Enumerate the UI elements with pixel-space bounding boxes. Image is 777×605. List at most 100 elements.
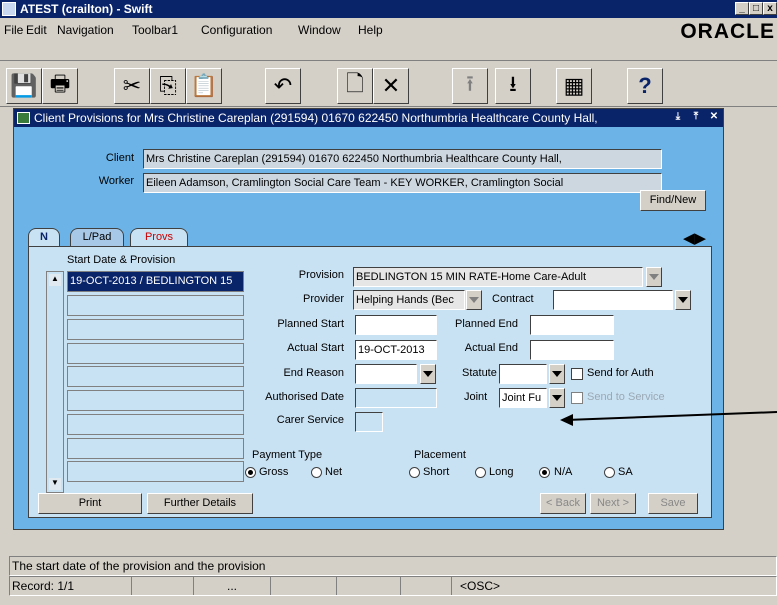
annotation-arrow-icon bbox=[560, 411, 777, 426]
save-button[interactable]: Save bbox=[648, 493, 698, 514]
planned-start-field[interactable] bbox=[355, 315, 437, 335]
print-icon[interactable]: 🖶 bbox=[42, 68, 78, 104]
scroll-down-icon[interactable]: ▼ bbox=[49, 478, 61, 490]
provision-field[interactable]: BEDLINGTON 15 MIN RATE-Home Care-Adult bbox=[353, 267, 643, 287]
send-to-service-checkbox[interactable] bbox=[571, 392, 583, 404]
paste-icon[interactable]: 📋 bbox=[186, 68, 222, 104]
joint-field[interactable]: Joint Fu bbox=[499, 388, 547, 408]
window-icon bbox=[17, 112, 30, 124]
menu-edit[interactable]: Edit bbox=[26, 23, 47, 37]
status-bar: The start date of the provision and the … bbox=[9, 556, 777, 576]
list-header: Start Date & Provision bbox=[67, 254, 176, 266]
provider-field[interactable]: Helping Hands (Bec bbox=[353, 290, 465, 310]
tab-provs[interactable]: Provs bbox=[130, 228, 188, 246]
list-item[interactable] bbox=[67, 438, 244, 459]
status-seg-3: ... bbox=[194, 577, 271, 595]
list-scrollbar[interactable]: ▲ ▼ bbox=[46, 271, 64, 493]
status-seg-6 bbox=[401, 577, 452, 595]
worker-field: Eileen Adamson, Cramlington Social Care … bbox=[143, 173, 662, 193]
send-for-auth-label: Send for Auth bbox=[587, 367, 654, 379]
actual-end-field[interactable] bbox=[530, 340, 614, 360]
statute-dropdown-icon[interactable] bbox=[549, 364, 565, 384]
minimize-button[interactable]: _ bbox=[735, 2, 749, 15]
short-radio[interactable] bbox=[409, 467, 420, 478]
authorised-date-field[interactable] bbox=[355, 388, 437, 408]
authorised-date-label: Authorised Date bbox=[265, 391, 344, 403]
list-item[interactable] bbox=[67, 343, 244, 364]
menu-window[interactable]: Window bbox=[298, 23, 341, 37]
help-icon[interactable]: ? bbox=[627, 68, 663, 104]
na-radio[interactable] bbox=[539, 467, 550, 478]
app-title-bar: ATEST (crailton) - Swift _ □ x bbox=[0, 0, 777, 18]
upload-icon[interactable]: ⭱ bbox=[452, 68, 488, 104]
menu-file[interactable]: File bbox=[4, 23, 23, 37]
back-button[interactable]: < Back bbox=[540, 493, 586, 514]
long-label: Long bbox=[489, 466, 514, 478]
list-item-selected[interactable]: 19-OCT-2013 / BEDLINGTON 15 bbox=[67, 271, 244, 292]
send-to-service-label: Send to Service bbox=[587, 391, 665, 403]
status-seg-2 bbox=[132, 577, 194, 595]
list-item[interactable] bbox=[67, 319, 244, 340]
carer-service-field[interactable] bbox=[355, 412, 383, 432]
cut-icon[interactable]: ✂ bbox=[114, 68, 150, 104]
calculator-icon[interactable]: ▦ bbox=[556, 68, 592, 104]
status-seg-4 bbox=[271, 577, 337, 595]
download-icon[interactable]: ⭳ bbox=[495, 68, 531, 104]
statute-label: Statute bbox=[462, 367, 497, 379]
next-button[interactable]: Next > bbox=[590, 493, 636, 514]
sa-radio[interactable] bbox=[604, 467, 615, 478]
new-record-icon[interactable]: 🗋 bbox=[337, 68, 373, 104]
payment-type-label: Payment Type bbox=[252, 449, 323, 461]
menu-help[interactable]: Help bbox=[358, 23, 383, 37]
contract-dropdown-icon[interactable] bbox=[675, 290, 691, 310]
tab-n[interactable]: N bbox=[28, 228, 60, 246]
tab-lpad[interactable]: L/Pad bbox=[70, 228, 124, 246]
list-item[interactable] bbox=[67, 366, 244, 387]
short-label: Short bbox=[423, 466, 450, 478]
gross-radio[interactable] bbox=[245, 467, 256, 478]
minimize-window-icon[interactable]: ⤓ bbox=[670, 111, 686, 124]
provision-label: Provision bbox=[298, 269, 344, 281]
long-radio[interactable] bbox=[475, 467, 486, 478]
menu-toolbar1[interactable]: Toolbar1 bbox=[132, 23, 178, 37]
statute-field[interactable] bbox=[499, 364, 547, 384]
copy-icon[interactable]: ⎘ bbox=[150, 68, 186, 104]
maximize-window-icon[interactable]: ⤒ bbox=[688, 111, 704, 124]
print-button[interactable]: Print bbox=[38, 493, 142, 514]
undo-icon[interactable]: ↶ bbox=[265, 68, 301, 104]
placement-label: Placement bbox=[414, 449, 466, 461]
contract-field[interactable] bbox=[553, 290, 673, 310]
list-item[interactable] bbox=[67, 390, 244, 411]
actual-start-field[interactable]: 19-OCT-2013 bbox=[355, 340, 437, 360]
maximize-button[interactable]: □ bbox=[749, 2, 763, 15]
further-details-button[interactable]: Further Details bbox=[147, 493, 253, 514]
joint-dropdown-icon[interactable] bbox=[549, 388, 565, 408]
status-message: The start date of the provision and the … bbox=[12, 559, 266, 573]
window-title-bar: Client Provisions for Mrs Christine Care… bbox=[14, 109, 723, 127]
joint-label: Joint bbox=[464, 391, 488, 403]
find-new-button[interactable]: Find/New bbox=[640, 190, 706, 211]
provider-dropdown-icon[interactable] bbox=[466, 290, 482, 310]
end-reason-label: End Reason bbox=[283, 367, 344, 379]
list-item[interactable] bbox=[67, 461, 244, 482]
menu-navigation[interactable]: Navigation bbox=[57, 23, 114, 37]
status-seg-5 bbox=[337, 577, 401, 595]
delete-record-icon[interactable]: ✕ bbox=[373, 68, 409, 104]
menu-configuration[interactable]: Configuration bbox=[201, 23, 272, 37]
actual-start-label: Actual Start bbox=[287, 342, 344, 354]
net-radio[interactable] bbox=[311, 467, 322, 478]
end-reason-dropdown-icon[interactable] bbox=[420, 364, 436, 384]
close-button[interactable]: x bbox=[763, 2, 777, 15]
client-label: Client bbox=[105, 152, 134, 164]
tab-scroll-icon[interactable]: ◀▶ bbox=[683, 229, 706, 247]
worker-label: Worker bbox=[98, 175, 134, 187]
provision-dropdown-icon[interactable] bbox=[646, 267, 662, 287]
send-for-auth-checkbox[interactable] bbox=[571, 368, 583, 380]
list-item[interactable] bbox=[67, 295, 244, 316]
list-item[interactable] bbox=[67, 414, 244, 435]
save-icon[interactable]: 💾 bbox=[6, 68, 42, 104]
scroll-up-icon[interactable]: ▲ bbox=[49, 274, 61, 286]
close-window-icon[interactable]: ✕ bbox=[706, 111, 722, 124]
end-reason-field[interactable] bbox=[355, 364, 417, 384]
planned-end-field[interactable] bbox=[530, 315, 614, 335]
